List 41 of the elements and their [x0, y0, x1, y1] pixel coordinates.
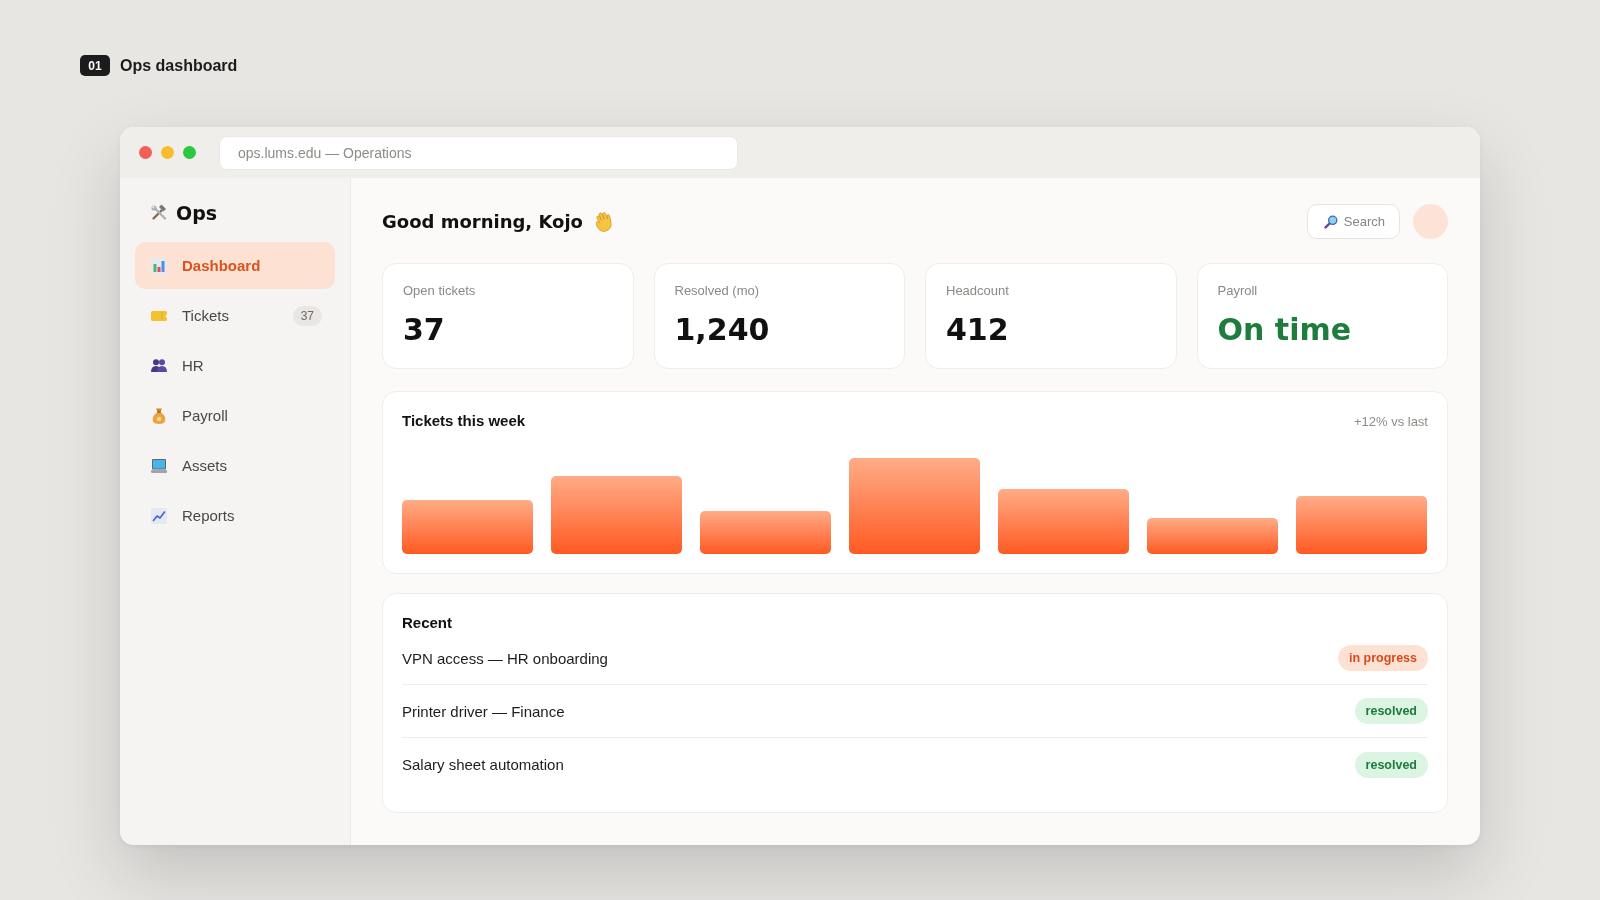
stat-label: Resolved (mo): [674, 283, 761, 299]
address-bar[interactable]: ops.lums.edu — Operations: [219, 135, 738, 170]
stat-label: Headcount: [946, 283, 1010, 299]
sidebar-item[interactable]: HR: [135, 342, 335, 389]
section-title: Recent: [402, 614, 454, 632]
maximize-icon[interactable]: [183, 146, 196, 159]
count-pill: 37: [292, 305, 322, 326]
laptop-icon: [151, 458, 167, 473]
people-icon: [151, 359, 167, 372]
sidebar-item[interactable]: Assets: [135, 442, 335, 489]
status-tag: resolved: [1354, 698, 1428, 724]
search-icon: [1323, 214, 1338, 229]
stat-label: Open tickets: [403, 283, 477, 299]
stat-value: 37: [403, 312, 446, 348]
sidebar-item[interactable]: Payroll: [135, 392, 335, 439]
bar-chart-icon: [151, 257, 167, 274]
stat-value: 412: [946, 312, 1010, 348]
app-name: Ops: [176, 202, 218, 224]
stat-label: Payroll: [1217, 283, 1259, 299]
line-chart-icon: [151, 507, 167, 524]
stat-value: 1,240: [674, 312, 771, 348]
close-icon[interactable]: [139, 146, 152, 159]
avatar[interactable]: [1413, 204, 1448, 239]
status-tag: in progress: [1337, 645, 1428, 671]
ticket-title: Salary sheet automation: [402, 756, 564, 773]
ticket-icon: [151, 310, 167, 321]
status-tag: resolved: [1354, 751, 1428, 778]
page-title: Ops dashboard: [120, 56, 238, 75]
money-bag-icon: [152, 407, 166, 424]
search-button[interactable]: Search: [1306, 204, 1400, 239]
sidebar-item[interactable]: Tickets 37: [135, 292, 335, 339]
minimize-icon[interactable]: [161, 146, 174, 159]
ticket-title: Printer driver — Finance: [402, 702, 565, 720]
greeting: Good morning, Kojo: [382, 211, 583, 232]
sidebar-item[interactable]: Reports: [135, 492, 335, 539]
stat-value: On time: [1217, 312, 1353, 348]
slide-number: 01: [80, 55, 110, 76]
chart-title: Tickets this week: [402, 412, 526, 430]
ticket-title: VPN access — HR onboarding: [402, 649, 608, 667]
chart-note: +12% vs last: [1353, 413, 1428, 429]
tools-icon: [150, 204, 168, 222]
